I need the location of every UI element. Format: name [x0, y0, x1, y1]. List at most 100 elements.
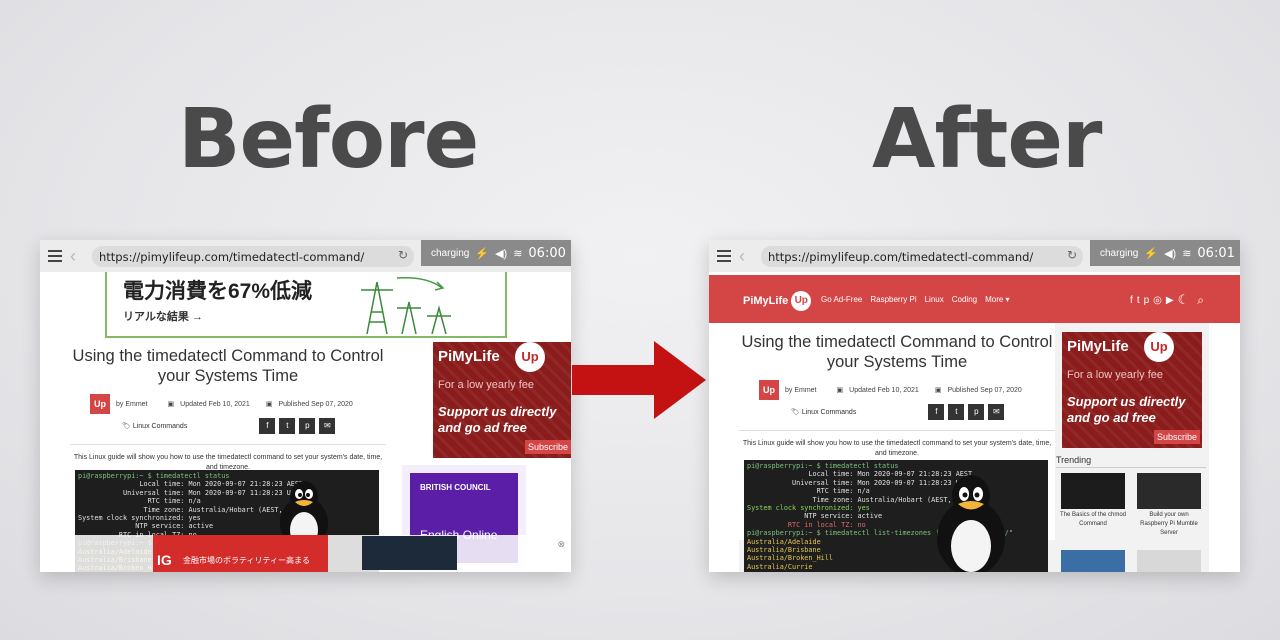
- url-text: https://pimylifeup.com/timedatectl-comma…: [768, 250, 1034, 264]
- menu-icon[interactable]: [48, 250, 62, 262]
- nav-linux[interactable]: Linux: [925, 295, 944, 304]
- ig-ad-text: 金融市場のボラティリティー高まる: [183, 556, 311, 565]
- clock: 06:01: [1197, 245, 1235, 261]
- wifi-icon: ≋: [513, 247, 523, 260]
- nav-more[interactable]: More ▾: [985, 295, 1009, 304]
- calendar-icon: ▣: [265, 401, 273, 408]
- system-status: charging ⚡ ◀) ≋ 06:00: [421, 240, 571, 266]
- trending-caption[interactable]: Build your own Raspberry Pi Mumble Serve…: [1135, 511, 1203, 538]
- ad-lowfee: For a low yearly fee: [1067, 369, 1163, 381]
- ig-ad-chart-image: [362, 536, 457, 570]
- article-meta: Up by Emmet ▣ Updated Feb 10, 2021 ▣ Pub…: [759, 380, 1055, 400]
- share-buttons: f t p ✉: [928, 404, 1005, 420]
- article-title: Using the timedatectl Command to Control…: [741, 333, 1053, 371]
- twitter-icon[interactable]: t: [948, 404, 965, 420]
- trending-thumb-chmod[interactable]: [1061, 473, 1125, 509]
- ig-logo: IG: [157, 552, 172, 568]
- browser-toolbar: ‹ https://pimylifeup.com/timedatectl-com…: [40, 240, 571, 272]
- battery-icon: ⚡: [1144, 247, 1159, 260]
- reload-icon[interactable]: ↻: [398, 248, 408, 262]
- search-icon[interactable]: ⌕: [1197, 293, 1204, 308]
- reload-icon[interactable]: ↻: [1067, 248, 1077, 262]
- trending-thumb-mumble[interactable]: [1137, 473, 1201, 509]
- address-bar[interactable]: https://pimylifeup.com/timedatectl-comma…: [761, 246, 1083, 267]
- calendar-icon: ▣: [934, 387, 942, 394]
- dark-mode-icon[interactable]: ☾: [1178, 292, 1190, 308]
- pinterest-icon[interactable]: p: [299, 418, 316, 434]
- category-share-row: 🏷 Linux Commands f t p ✉: [791, 404, 1055, 420]
- terminal-line: pi@raspberrypi:~ $ timedatectl status: [747, 462, 899, 470]
- wifi-icon: ≋: [1182, 247, 1192, 260]
- ad-brand-badge: Up: [1144, 332, 1174, 362]
- subscribe-ad[interactable]: PiMyLife Up For a low yearly fee Support…: [433, 342, 571, 458]
- twitter-icon[interactable]: t: [1137, 295, 1140, 306]
- divider: [70, 444, 386, 445]
- charging-label: charging: [431, 247, 470, 259]
- nav-coding[interactable]: Coding: [952, 295, 977, 304]
- author-avatar: Up: [90, 394, 110, 414]
- subscribe-button[interactable]: Subscribe: [1153, 430, 1200, 444]
- ad-brand: PiMyLife: [1067, 338, 1129, 355]
- url-text: https://pimylifeup.com/timedatectl-comma…: [99, 250, 365, 264]
- category-label: Linux Commands: [801, 409, 857, 416]
- calendar-icon: ▣: [836, 387, 844, 394]
- category-tag[interactable]: 🏷 Linux Commands: [791, 408, 856, 416]
- browser-toolbar: ‹ https://pimylifeup.com/timedatectl-com…: [709, 240, 1240, 272]
- article-meta: Up by Emmet ▣ Updated Feb 10, 2021 ▣ Pub…: [90, 394, 386, 414]
- instagram-icon[interactable]: ◎: [1153, 295, 1162, 306]
- article-title: Using the timedatectl Command to Control…: [72, 347, 384, 385]
- volume-icon: ◀): [495, 247, 508, 260]
- ad-brand: PiMyLife: [438, 348, 500, 365]
- trending-heading: Trending: [1056, 455, 1092, 465]
- subscribe-ad[interactable]: PiMyLife Up For a low yearly fee Support…: [1062, 332, 1202, 448]
- nav-links: Go Ad-Free Raspberry Pi Linux Coding Mor…: [821, 295, 1010, 304]
- ad-support-text: Support us directly and go ad free: [438, 404, 557, 435]
- battery-icon: ⚡: [475, 247, 490, 260]
- close-icon[interactable]: ⊗: [557, 539, 565, 550]
- site-navbar: PiMyLife Up Go Ad-Free Raspberry Pi Linu…: [709, 275, 1240, 323]
- charging-label: charging: [1100, 247, 1139, 259]
- email-icon[interactable]: ✉: [319, 418, 336, 434]
- author[interactable]: by Emmet: [785, 387, 817, 394]
- category-tag[interactable]: 🏷 Linux Commands: [122, 422, 187, 430]
- facebook-icon[interactable]: f: [928, 404, 945, 420]
- published-date: Published Sep 07, 2020: [947, 386, 1022, 394]
- facebook-icon[interactable]: f: [1130, 295, 1133, 306]
- site-logo-badge: Up: [791, 291, 812, 311]
- after-heading: After: [872, 92, 1102, 187]
- address-bar[interactable]: https://pimylifeup.com/timedatectl-comma…: [92, 246, 414, 267]
- email-icon[interactable]: ✉: [988, 404, 1005, 420]
- trending-thumb[interactable]: [1061, 550, 1125, 572]
- before-screenshot: ‹ https://pimylifeup.com/timedatectl-com…: [40, 240, 571, 572]
- ad-support-text: Support us directly and go ad free: [1067, 394, 1186, 425]
- divider: [1056, 467, 1206, 468]
- back-arrow-icon[interactable]: ‹: [70, 246, 76, 267]
- trending-caption[interactable]: The Basics of the chmod Command: [1059, 511, 1127, 529]
- author-avatar: Up: [759, 380, 779, 400]
- subscribe-button[interactable]: Subscribe: [524, 440, 571, 454]
- trending-thumb[interactable]: [1137, 550, 1201, 572]
- author[interactable]: by Emmet: [116, 401, 148, 408]
- category-share-row: 🏷 Linux Commands f t p ✉: [122, 418, 386, 434]
- menu-icon[interactable]: [717, 250, 731, 262]
- clock: 06:00: [528, 245, 566, 261]
- back-arrow-icon[interactable]: ‹: [739, 246, 745, 267]
- updated-date: Updated Feb 10, 2021: [180, 400, 250, 408]
- volume-icon: ◀): [1164, 247, 1177, 260]
- share-buttons: f t p ✉: [259, 418, 336, 434]
- nav-go-ad-free[interactable]: Go Ad-Free: [821, 295, 862, 304]
- facebook-icon[interactable]: f: [259, 418, 276, 434]
- pinterest-icon[interactable]: p: [1144, 295, 1150, 306]
- twitter-icon[interactable]: t: [279, 418, 296, 434]
- pinterest-icon[interactable]: p: [968, 404, 985, 420]
- youtube-icon[interactable]: ▶: [1166, 295, 1174, 306]
- ig-ad[interactable]: IG 金融市場のボラティリティー高まる: [153, 535, 328, 572]
- updated-date: Updated Feb 10, 2021: [849, 386, 919, 394]
- site-logo[interactable]: PiMyLife Up: [743, 291, 812, 311]
- category-label: Linux Commands: [132, 423, 188, 430]
- british-council-logo: BRITISH COUNCIL: [420, 483, 491, 492]
- after-screenshot: ‹ https://pimylifeup.com/timedatectl-com…: [709, 240, 1240, 572]
- ad-brand-badge: Up: [515, 342, 545, 372]
- nav-raspberry-pi[interactable]: Raspberry Pi: [870, 295, 916, 304]
- right-arrow-icon: [572, 341, 706, 419]
